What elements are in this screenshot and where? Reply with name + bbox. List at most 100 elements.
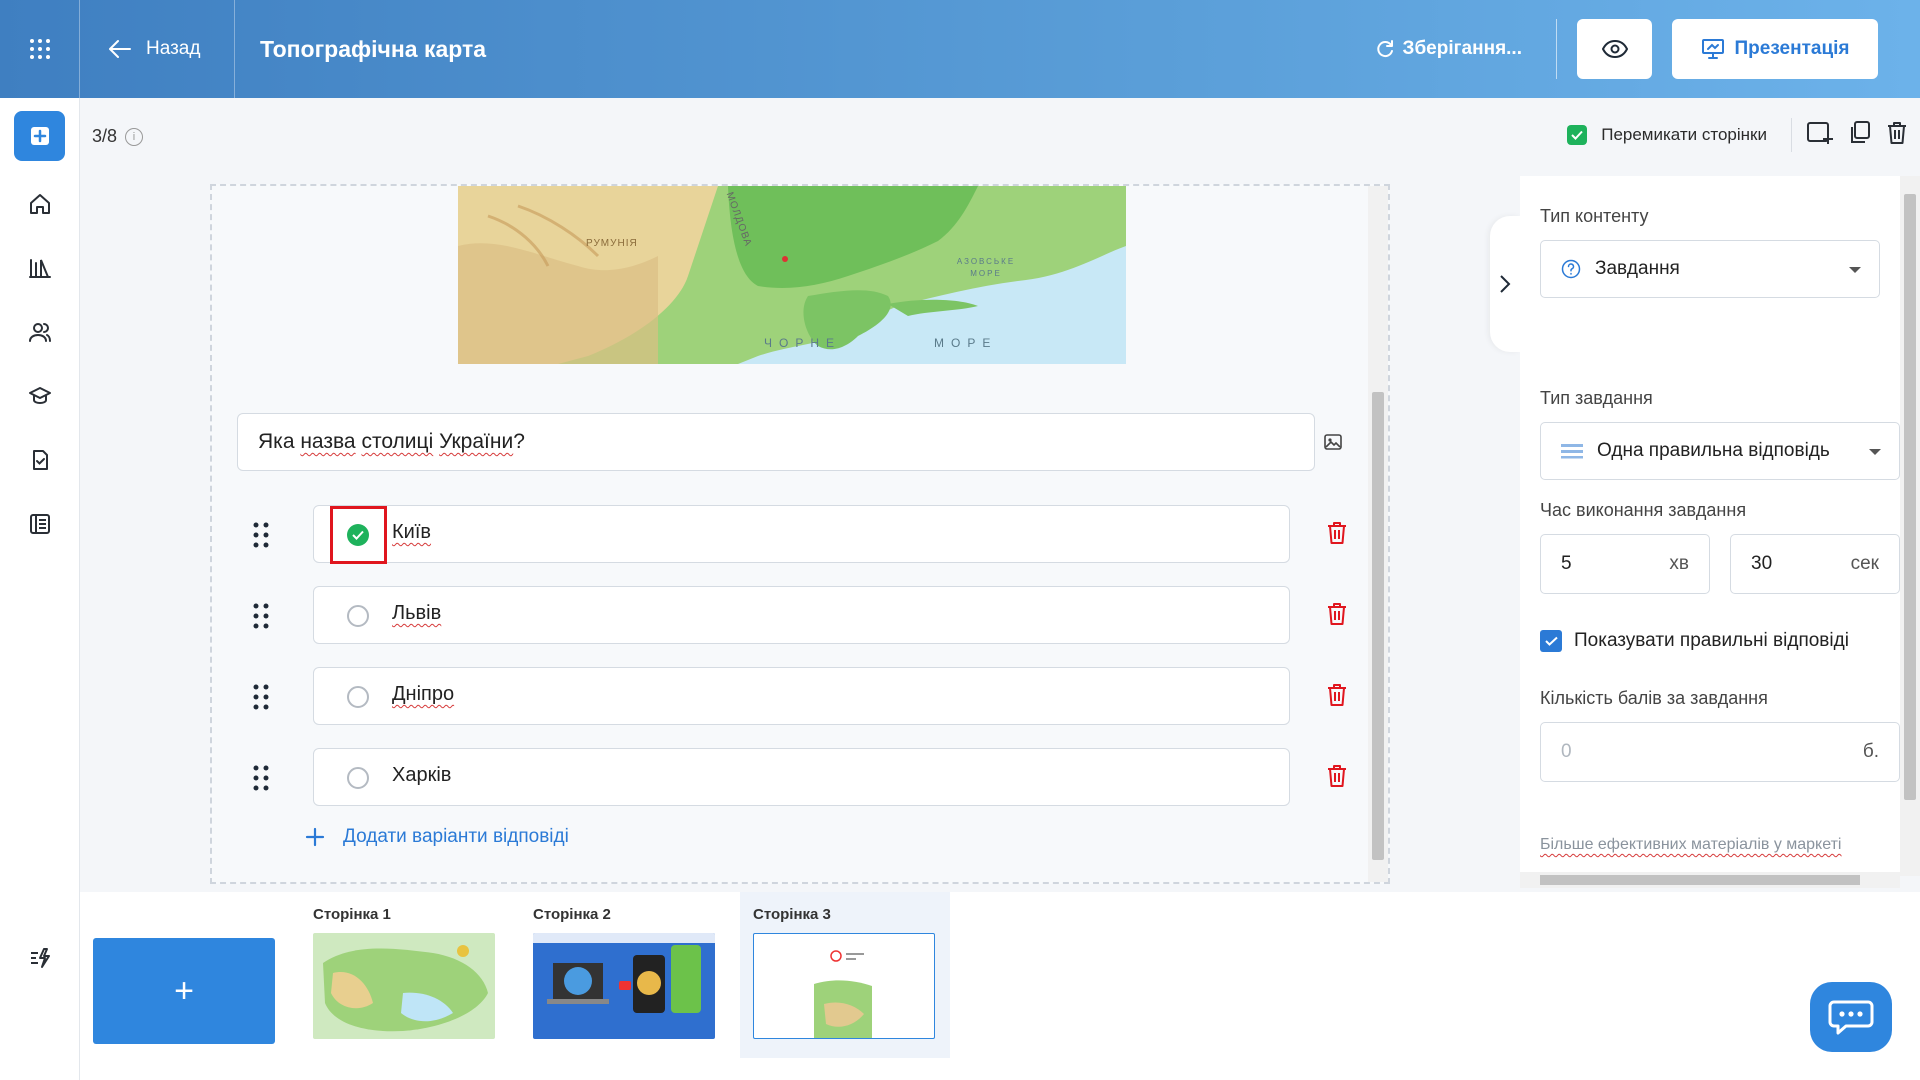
- answer-row: Дніпро: [242, 667, 1352, 725]
- chat-support-button[interactable]: [1810, 982, 1892, 1052]
- content-type-select[interactable]: Завдання: [1540, 240, 1880, 298]
- page-strip: + Сторінка 1 Сторінка 2 Сторінка 3: [80, 892, 1920, 1080]
- collapse-panel-button[interactable]: [1490, 216, 1520, 352]
- answer-row: Харків: [242, 748, 1352, 806]
- answer-radio[interactable]: [347, 686, 369, 708]
- library-icon[interactable]: [24, 252, 56, 284]
- graduation-cap-icon[interactable]: [24, 380, 56, 412]
- check-icon: [1571, 130, 1583, 140]
- back-button[interactable]: Назад: [80, 0, 235, 98]
- question-input[interactable]: Яка назва столиці України?: [237, 413, 1315, 471]
- delete-page-icon[interactable]: [1886, 120, 1908, 151]
- answer-radio[interactable]: [347, 767, 369, 789]
- chevron-right-icon: [1500, 275, 1511, 293]
- duplicate-page-icon[interactable]: [1848, 120, 1872, 151]
- add-page-button[interactable]: +: [93, 938, 275, 1044]
- question-word-3: столиці: [361, 430, 434, 453]
- add-page-icon[interactable]: [1806, 120, 1834, 151]
- show-correct-label: Показувати правильні відповіді: [1574, 630, 1849, 651]
- task-type-label: Тип завдання: [1540, 388, 1653, 408]
- users-icon[interactable]: [24, 316, 56, 348]
- answer-row: Львів: [242, 586, 1352, 644]
- chat-bubble-icon: [1828, 1000, 1874, 1035]
- settings-panel: Тип контенту Завдання Тип завдання Одна …: [1520, 176, 1900, 888]
- drag-handle-icon[interactable]: [252, 764, 270, 797]
- plus-square-icon: [30, 127, 49, 145]
- answer-radio[interactable]: [347, 605, 369, 627]
- points-unit: б.: [1862, 741, 1879, 762]
- answer-radio-checked[interactable]: [347, 524, 369, 546]
- add-image-icon[interactable]: [1324, 434, 1342, 455]
- answer-text: Харків: [392, 764, 452, 786]
- page-label: Сторінка 2: [533, 906, 611, 923]
- content-type-value: Завдання: [1595, 258, 1680, 279]
- minutes-unit: хв: [1669, 553, 1689, 574]
- presentation-button[interactable]: Презентація: [1672, 19, 1878, 79]
- apps-grid-icon[interactable]: [0, 0, 80, 98]
- map-label-black: ЧОРНЕ: [764, 336, 842, 350]
- preview-button[interactable]: [1577, 19, 1652, 79]
- canvas-scrollbar[interactable]: [1368, 186, 1388, 882]
- question-word-2: назва: [300, 430, 356, 453]
- topographic-map-image: РУМУНІЯ МОЛДОВА ЧОРНЕ МОРЕ АЗОВСЬКЕ МОРЕ: [458, 186, 1126, 364]
- seconds-input[interactable]: 30 сек: [1730, 534, 1900, 594]
- page-thumbnail-3[interactable]: Сторінка 3: [740, 892, 950, 1058]
- presentation-icon: [1701, 39, 1724, 59]
- page-preview-map: [313, 933, 495, 1039]
- canvas-scrollbar-thumb[interactable]: [1372, 392, 1384, 860]
- drag-handle-icon[interactable]: [252, 602, 270, 635]
- answer-input[interactable]: Львів: [313, 586, 1290, 644]
- saving-label: Зберігання...: [1402, 38, 1522, 59]
- page-tools: Перемикати сторінки: [1567, 118, 1908, 152]
- home-icon[interactable]: [24, 188, 56, 220]
- assignment-check-icon[interactable]: [24, 444, 56, 476]
- seconds-unit: сек: [1850, 553, 1879, 574]
- points-input[interactable]: 0 б.: [1540, 722, 1900, 782]
- answer-input[interactable]: Дніпро: [313, 667, 1290, 725]
- switch-pages-label: Перемикати сторінки: [1601, 125, 1767, 144]
- answer-input[interactable]: Харків: [313, 748, 1290, 806]
- page-label: Сторінка 3: [753, 906, 831, 923]
- drag-handle-icon[interactable]: [252, 683, 270, 716]
- minutes-input[interactable]: 5 хв: [1540, 534, 1710, 594]
- create-button[interactable]: [14, 111, 65, 161]
- drag-handle-icon[interactable]: [252, 521, 270, 554]
- show-correct-checkbox[interactable]: [1540, 630, 1562, 652]
- journal-icon[interactable]: [24, 508, 56, 540]
- delete-answer-icon[interactable]: [1326, 520, 1348, 551]
- page-thumbnail-1[interactable]: Сторінка 1: [300, 892, 510, 1058]
- switch-pages-checkbox[interactable]: [1567, 125, 1588, 145]
- answer-input[interactable]: Київ: [313, 505, 1290, 564]
- add-answers-label: Додати варіанти відповіді: [343, 826, 569, 847]
- map-label-azov: АЗОВСЬКЕ МОРЕ: [956, 257, 1016, 278]
- chevron-down-icon: [1849, 267, 1861, 273]
- question-word-1: Яка: [258, 430, 301, 453]
- time-label: Час виконання завдання: [1540, 500, 1747, 520]
- panel-scrollbar[interactable]: [1900, 176, 1920, 876]
- lesson-title: Топографічна карта: [260, 35, 487, 62]
- map-label-romania: РУМУНІЯ: [586, 238, 638, 249]
- panel-scrollbar-thumb[interactable]: [1904, 194, 1916, 800]
- task-type-select[interactable]: Одна правильна відповідь: [1540, 422, 1900, 480]
- answer-text: Київ: [392, 521, 432, 543]
- presentation-label: Презентація: [1734, 38, 1850, 59]
- page-thumbnail-2[interactable]: Сторінка 2: [520, 892, 730, 1058]
- lightning-list-icon[interactable]: [24, 942, 56, 974]
- answer-row: Київ: [242, 505, 1352, 564]
- delete-answer-icon[interactable]: [1326, 682, 1348, 713]
- info-icon[interactable]: i: [125, 127, 144, 146]
- page-label: Сторінка 1: [313, 906, 391, 923]
- page-preview-video: [533, 933, 715, 1039]
- panel-hscrollbar[interactable]: [1520, 872, 1900, 888]
- panel-hscrollbar-thumb[interactable]: [1540, 875, 1860, 885]
- question-mark: ?: [513, 430, 525, 453]
- sync-icon: [1376, 40, 1393, 58]
- left-sidebar: [0, 98, 80, 1080]
- delete-answer-icon[interactable]: [1326, 763, 1348, 794]
- delete-answer-icon[interactable]: [1326, 601, 1348, 632]
- minutes-value: 5: [1561, 553, 1572, 574]
- add-answers-button[interactable]: Додати варіанти відповіді: [305, 826, 569, 848]
- more-materials-link[interactable]: Більше ефективних матеріалів у маркеті: [1540, 836, 1841, 854]
- page-counter: 3/8 i: [92, 126, 144, 147]
- question-circle-icon: [1561, 259, 1581, 279]
